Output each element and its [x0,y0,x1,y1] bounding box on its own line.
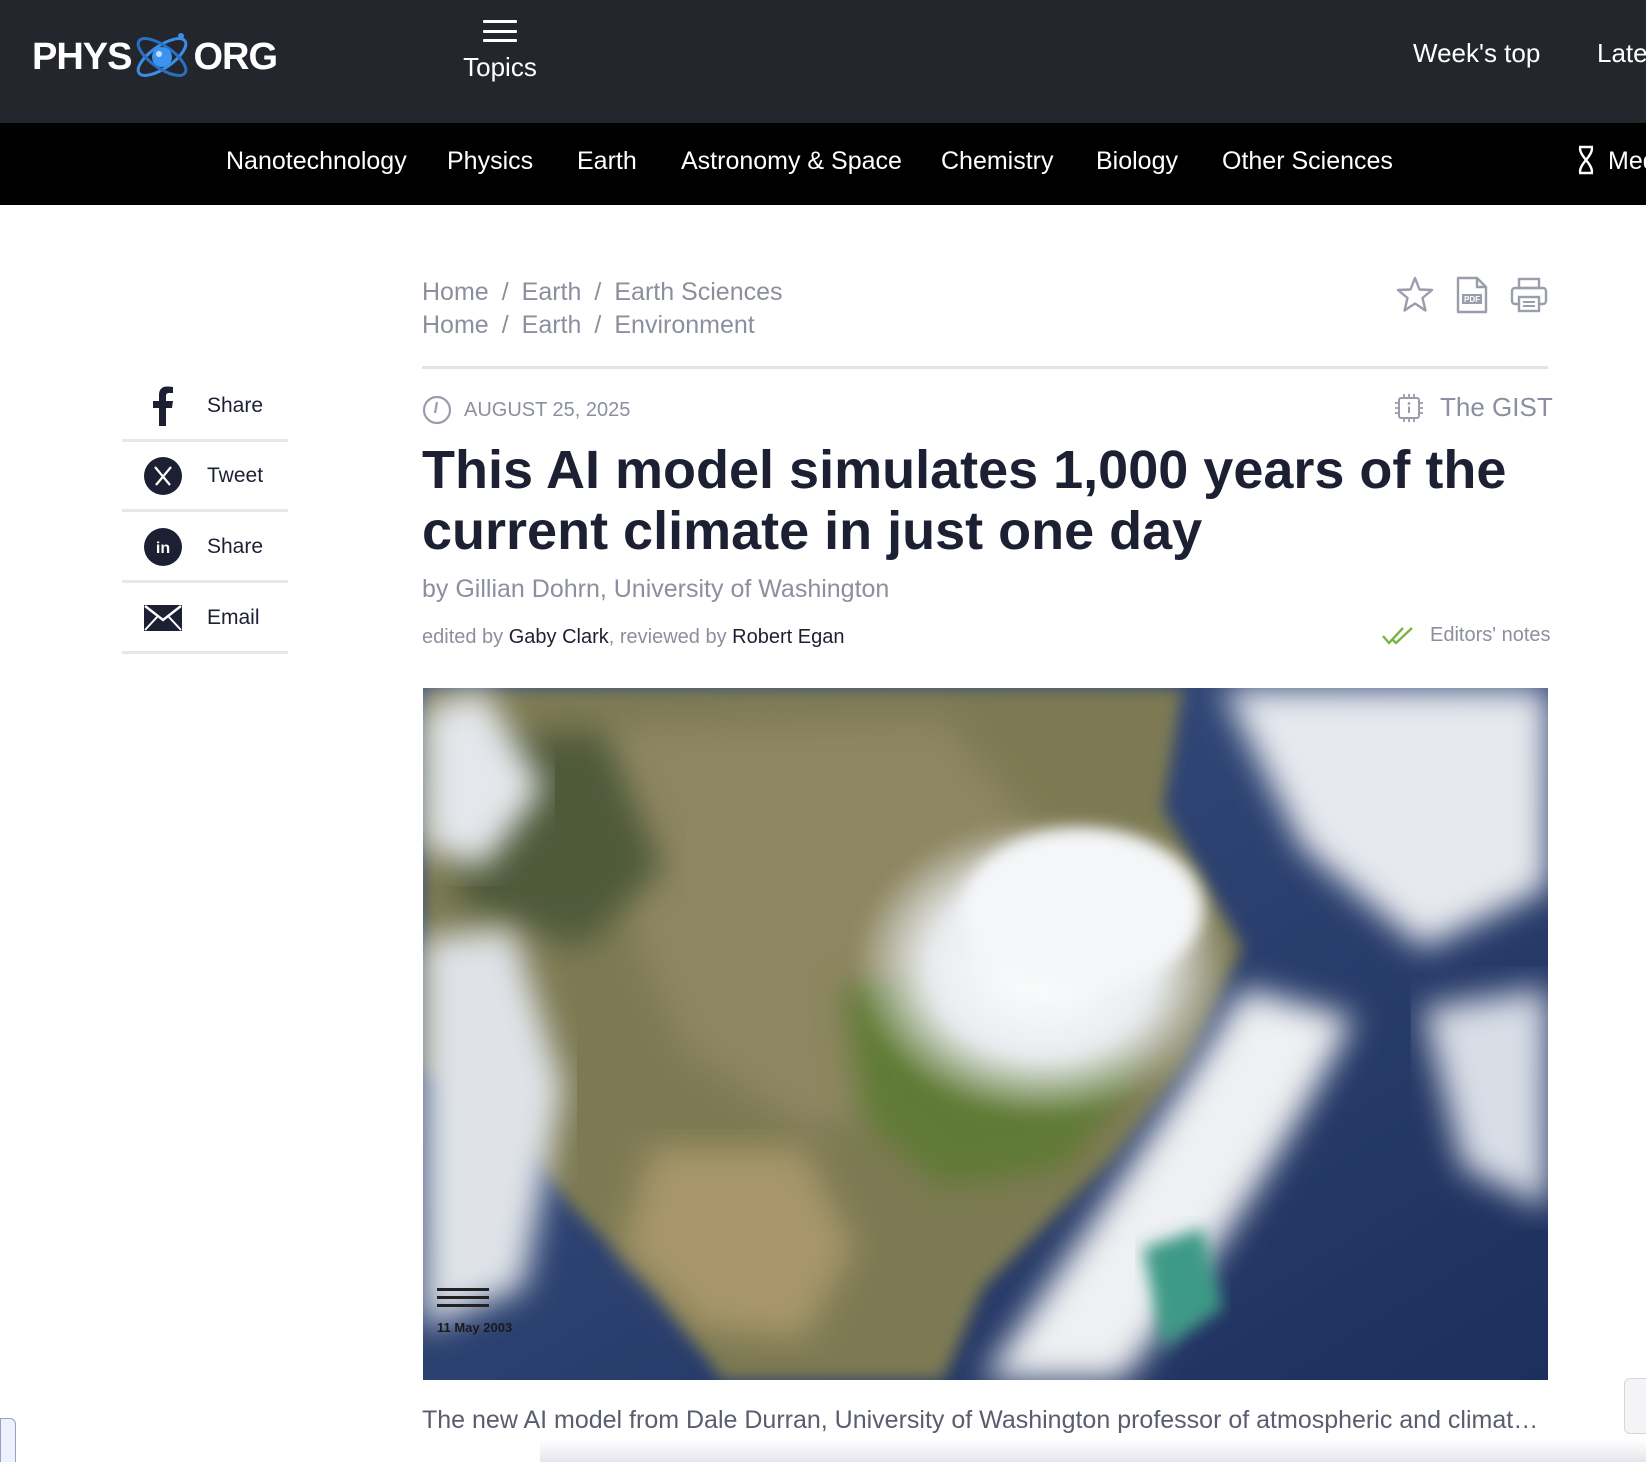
breadcrumb-earth[interactable]: Earth [522,311,582,339]
dna-icon [1578,145,1594,175]
site-logo[interactable]: PHYS ORG [32,22,278,92]
satellite-image-illustration [423,688,1548,1380]
edited-by-prefix: edited by [422,626,504,648]
facebook-icon [143,386,183,426]
nav-item-physics[interactable]: Physics [447,147,533,176]
svg-text:in: in [156,540,170,557]
breadcrumb-home[interactable]: Home [422,311,489,339]
breadcrumb: Home / Earth / Earth Sciences [422,278,783,306]
linkedin-share-label: Share [207,534,264,558]
facebook-share-button[interactable]: Share [122,372,288,442]
left-edge-widget[interactable] [0,1418,16,1462]
top-bar: PHYS ORG Topics Week's top Late [0,0,1646,123]
nav-item-chemistry[interactable]: Chemistry [941,147,1054,176]
breadcrumb: Home / Earth / Environment [422,311,755,339]
author-link[interactable]: Gillian Dohrn, University of Washington [455,575,889,603]
latest-link[interactable]: Late [1597,38,1646,69]
date-text: AUGUST 25, 2025 [464,398,631,421]
topics-label: Topics [463,52,537,82]
hamburger-icon [483,20,517,42]
nav-item-astronomy-space[interactable]: Astronomy & Space [681,147,902,176]
category-nav: Nanotechnology Physics Earth Astronomy &… [0,123,1646,205]
reviewer-name[interactable]: Robert Egan [732,626,844,648]
article-hero-image[interactable]: 11 May 2003 [423,688,1548,1380]
breadcrumb-home[interactable]: Home [422,278,489,306]
breadcrumb-environment[interactable]: Environment [614,311,754,339]
reviewed-by-prefix: , reviewed by [608,626,727,648]
pdf-download-icon[interactable]: PDF [1456,276,1488,314]
email-share-label: Email [207,605,260,629]
nav-item-biology[interactable]: Biology [1096,147,1178,176]
byline-prefix: by [422,575,449,603]
editors-notes-label: Editors' notes [1430,624,1551,646]
clock-icon [422,395,452,425]
breadcrumb-earth[interactable]: Earth [522,278,582,306]
linkedin-share-button[interactable]: in Share [122,513,288,583]
image-date-stamp: 11 May 2003 [437,1320,513,1335]
editorial-credits: edited by Gaby Clark, reviewed by Robert… [422,626,844,649]
nav-item-earth[interactable]: Earth [577,147,637,176]
weeks-top-link[interactable]: Week's top [1413,38,1540,69]
nav-item-other-sciences[interactable]: Other Sciences [1222,147,1393,176]
article-byline: by Gillian Dohrn, University of Washingt… [422,575,889,604]
email-share-button[interactable]: Email [122,584,288,654]
editor-name[interactable]: Gaby Clark [509,626,609,648]
editors-notes-button[interactable]: Editors' notes [1382,624,1551,647]
image-credit-marks [437,1288,489,1312]
image-caption: The new AI model from Dale Durran, Unive… [422,1406,1548,1434]
logo-text-left: PHYS [32,35,132,78]
article-title: This AI model simulates 1,000 years of t… [422,440,1507,561]
publish-date: AUGUST 25, 2025 [422,395,630,425]
x-twitter-icon [143,456,183,496]
bottom-overlay [540,1440,1646,1462]
bookmark-star-icon[interactable] [1396,276,1434,314]
linkedin-icon: in [143,527,183,567]
nav-item-medicine-partial[interactable]: Med [1608,147,1646,176]
nav-item-nanotechnology[interactable]: Nanotechnology [226,147,407,176]
twitter-tweet-label: Tweet [207,463,264,487]
gist-label: The GIST [1440,392,1553,422]
logo-text-right: ORG [193,35,278,78]
twitter-tweet-button[interactable]: Tweet [122,442,288,512]
atom-logo-icon [137,33,188,77]
header-divider [422,366,1548,369]
svg-text:PDF: PDF [1464,295,1480,304]
the-gist-button[interactable]: The GIST [1394,392,1553,423]
print-icon[interactable] [1510,276,1548,314]
breadcrumb-earth-sciences[interactable]: Earth Sciences [614,278,782,306]
chip-info-icon [1395,393,1423,422]
right-edge-widget[interactable] [1624,1378,1646,1434]
envelope-icon [143,598,183,638]
topics-menu-button[interactable]: Topics [462,20,538,83]
facebook-share-label: Share [207,393,264,417]
double-check-icon [1382,626,1413,645]
